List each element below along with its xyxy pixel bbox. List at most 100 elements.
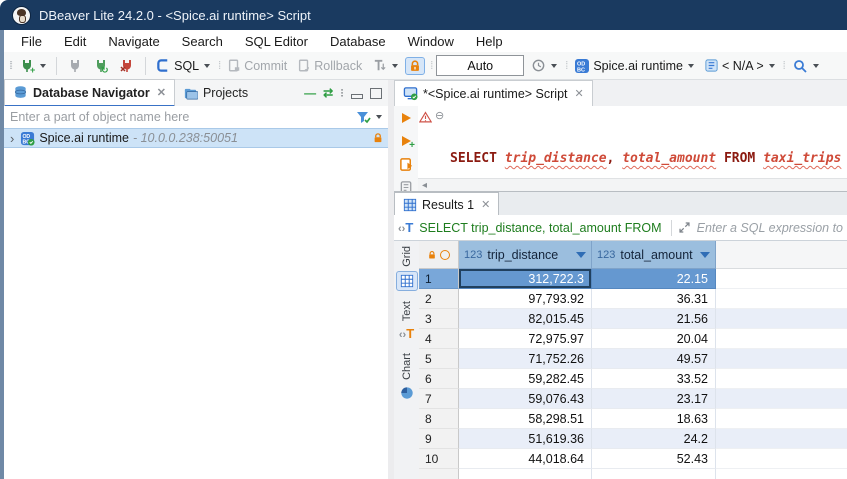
execute-new-tab-button[interactable]: + xyxy=(398,133,414,149)
grid-cell[interactable]: 72,975.97 xyxy=(459,329,592,349)
menu-database[interactable]: Database xyxy=(319,32,397,51)
grid-cell[interactable]: 49.57 xyxy=(592,349,716,369)
grid-cell[interactable]: 52.43 xyxy=(592,449,716,469)
row-number-cell[interactable]: 2 xyxy=(419,289,459,309)
table-row[interactable]: 1312,722.322.15 xyxy=(419,269,847,289)
transaction-log-button[interactable] xyxy=(528,56,560,75)
data-grid[interactable]: 123trip_distance123total_amount 1312,722… xyxy=(419,241,847,479)
link-with-editor-icon[interactable]: ⇄ xyxy=(323,86,333,100)
grid-presentation-icon[interactable] xyxy=(396,271,418,291)
menu-window[interactable]: Window xyxy=(397,32,465,51)
table-row[interactable]: 951,619.3624.2 xyxy=(419,429,847,449)
column-header-trip_distance[interactable]: 123trip_distance xyxy=(459,241,592,269)
grid-cell[interactable]: 59,282.45 xyxy=(459,369,592,389)
sort-filter-icon[interactable] xyxy=(700,252,710,258)
grid-cell[interactable]: 82,015.45 xyxy=(459,309,592,329)
scroll-left-icon[interactable]: ◂ xyxy=(422,180,427,191)
row-number-cell[interactable]: 9 xyxy=(419,429,459,449)
presentation-label-chart[interactable]: Chart xyxy=(401,353,413,380)
close-icon[interactable]: ✕ xyxy=(575,87,584,100)
execute-script-button[interactable] xyxy=(398,156,414,172)
editor-horizontal-scrollbar[interactable]: ◂ xyxy=(418,178,847,191)
chevron-right-icon[interactable]: › xyxy=(10,131,14,146)
presentation-label-grid[interactable]: Grid xyxy=(401,246,413,267)
table-row[interactable]: 382,015.4521.56 xyxy=(419,309,847,329)
active-connection-selector[interactable]: ODBC Spice.ai runtime xyxy=(571,56,697,76)
table-row[interactable]: 659,282.4533.52 xyxy=(419,369,847,389)
menu-file[interactable]: File xyxy=(10,32,53,51)
minimize-view-icon[interactable] xyxy=(351,94,363,99)
sql-line-1[interactable]: SELECT trip_distance, total_amount FROM … xyxy=(447,148,847,169)
grid-cell[interactable]: 20.04 xyxy=(592,329,716,349)
row-number-cell[interactable]: 6 xyxy=(419,369,459,389)
chart-presentation-icon[interactable] xyxy=(397,384,417,402)
row-number-cell[interactable]: 8 xyxy=(419,409,459,429)
connect-button[interactable] xyxy=(64,56,86,76)
grid-cell[interactable]: 33.52 xyxy=(592,369,716,389)
grid-cell[interactable]: 97,793.92 xyxy=(459,289,592,309)
grid-cell[interactable]: 24.2 xyxy=(592,429,716,449)
table-row[interactable]: 571,752.2649.57 xyxy=(419,349,847,369)
grid-cell[interactable]: 312,722.3 xyxy=(459,269,592,289)
table-row[interactable]: 759,076.4323.17 xyxy=(419,389,847,409)
row-number-cell[interactable]: 3 xyxy=(419,309,459,329)
sql-code[interactable]: SELECT trip_distance, total_amount FROM … xyxy=(447,106,847,178)
connection-tree-item[interactable]: › ODBC Spice.ai runtime - 10.0.0.238:500… xyxy=(4,128,388,148)
search-button[interactable] xyxy=(789,56,822,76)
menu-edit[interactable]: Edit xyxy=(53,32,97,51)
column-header-total_amount[interactable]: 123total_amount xyxy=(592,241,716,269)
reconnect-button[interactable]: ↻ xyxy=(90,56,112,76)
table-row[interactable]: 858,298.5118.63 xyxy=(419,409,847,429)
filter-input-placeholder[interactable]: Enter a SQL expression to xyxy=(697,221,843,235)
grid-cell[interactable]: 22.15 xyxy=(592,269,716,289)
menu-navigate[interactable]: Navigate xyxy=(97,32,170,51)
connection-lock-toggle[interactable] xyxy=(405,57,425,75)
grid-cell[interactable]: 18.63 xyxy=(592,409,716,429)
row-number-cell[interactable]: 10 xyxy=(419,449,459,469)
text-presentation-icon[interactable]: ‹›T xyxy=(397,325,417,343)
tab-sql-script[interactable]: *<Spice.ai runtime> Script ✕ xyxy=(394,80,593,106)
close-icon[interactable]: ✕ xyxy=(481,198,490,211)
sort-filter-icon[interactable] xyxy=(576,252,586,258)
grid-cell[interactable]: 23.17 xyxy=(592,389,716,409)
table-row[interactable]: 297,793.9236.31 xyxy=(419,289,847,309)
tab-database-navigator[interactable]: Database Navigator ✕ xyxy=(4,79,175,107)
presentation-label-text[interactable]: Text xyxy=(401,301,413,321)
tab-projects[interactable]: Projects xyxy=(175,81,256,106)
row-number-cell[interactable]: 4 xyxy=(419,329,459,349)
grid-cell[interactable]: 58,298.51 xyxy=(459,409,592,429)
close-icon[interactable]: ✕ xyxy=(157,86,166,99)
transaction-mode-button[interactable] xyxy=(369,56,401,75)
maximize-view-icon[interactable] xyxy=(370,88,382,99)
view-menu-icon[interactable]: ⁝ xyxy=(340,86,344,100)
results-filter-bar[interactable]: ‹›T SELECT trip_distance, total_amount F… xyxy=(394,215,847,241)
menu-sql-editor[interactable]: SQL Editor xyxy=(234,32,319,51)
chevron-down-icon[interactable] xyxy=(376,115,382,119)
sql-editor-button[interactable]: SQL xyxy=(153,56,213,75)
grid-cell[interactable]: 51,619.36 xyxy=(459,429,592,449)
grid-cell[interactable]: 59,076.43 xyxy=(459,389,592,409)
commit-button[interactable]: Commit xyxy=(224,56,290,75)
execute-statement-button[interactable] xyxy=(398,110,414,126)
disconnect-button[interactable] xyxy=(116,56,138,76)
table-row[interactable]: 1044,018.6452.43 xyxy=(419,449,847,469)
rollback-button[interactable]: Rollback xyxy=(294,56,365,75)
filter-funnel-icon[interactable] xyxy=(355,109,372,125)
menu-help[interactable]: Help xyxy=(465,32,514,51)
row-number-cell[interactable]: 7 xyxy=(419,389,459,409)
grid-cell[interactable]: 21.56 xyxy=(592,309,716,329)
fold-margin[interactable]: ⊖ xyxy=(434,106,447,178)
grid-corner-cell[interactable] xyxy=(419,241,459,269)
collapse-all-icon[interactable]: — xyxy=(304,86,316,100)
object-filter-input[interactable] xyxy=(4,110,355,124)
row-number-cell[interactable]: 5 xyxy=(419,349,459,369)
active-catalog-selector[interactable]: < N/A > xyxy=(701,56,778,75)
grid-cell[interactable]: 36.31 xyxy=(592,289,716,309)
commit-mode-combo[interactable]: Auto xyxy=(436,55,524,76)
expand-panel-icon[interactable] xyxy=(678,221,691,234)
new-connection-button[interactable]: + xyxy=(16,56,49,76)
tab-results-1[interactable]: Results 1 ✕ xyxy=(394,192,499,216)
row-number-cell[interactable]: 1 xyxy=(419,269,459,289)
grid-cell[interactable]: 71,752.26 xyxy=(459,349,592,369)
grid-cell[interactable]: 44,018.64 xyxy=(459,449,592,469)
